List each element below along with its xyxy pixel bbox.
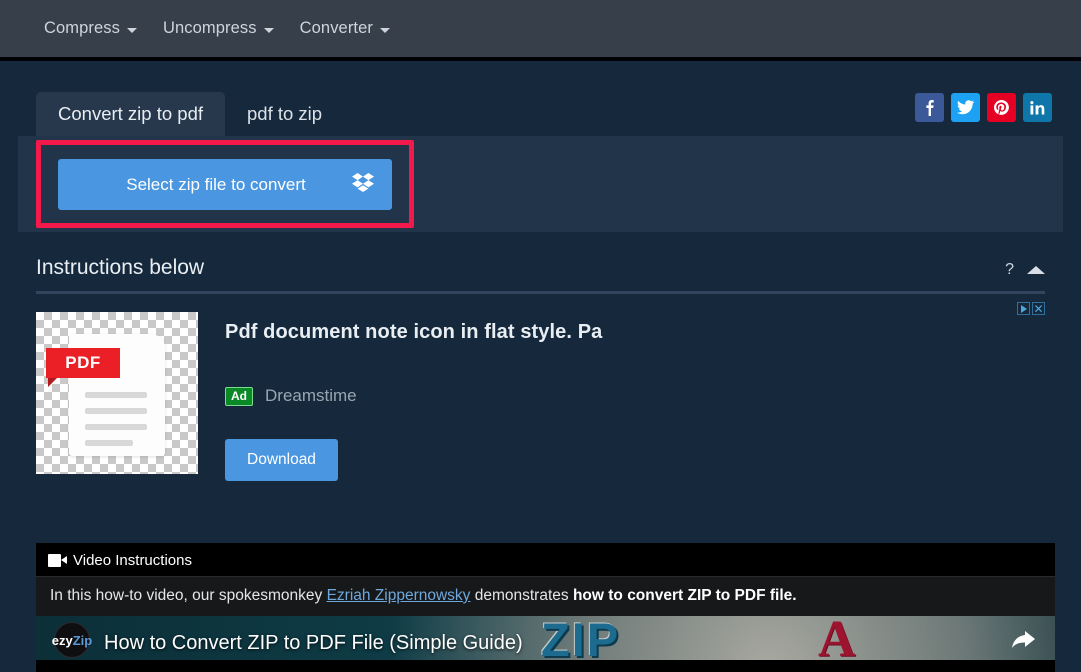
ad-thumbnail[interactable]: PDF: [36, 312, 198, 474]
facebook-share-button[interactable]: [915, 93, 944, 122]
twitter-share-button[interactable]: [951, 93, 980, 122]
thumbnail-a-logo: A: [818, 616, 856, 660]
linkedin-icon: [1030, 101, 1045, 115]
page-root: Compress Uncompress Converter Convert zi…: [0, 0, 1081, 672]
pinterest-icon: [994, 100, 1009, 115]
channel-logo-left: ezy: [51, 632, 73, 648]
video-description: In this how-to video, our spokesmonkey E…: [36, 576, 1055, 616]
spokesmonkey-link[interactable]: Ezriah Zippernowsky: [327, 587, 471, 604]
ad-close-icon[interactable]: ✕: [1032, 302, 1045, 315]
ad-headline[interactable]: Pdf document note icon in flat style. Pa: [225, 321, 1045, 344]
channel-logo-right: Zip: [72, 632, 93, 648]
ad-download-button[interactable]: Download: [225, 439, 338, 481]
video-player[interactable]: ZIP A ezy Zip How to Convert ZIP to PDF F…: [36, 616, 1055, 660]
video-title[interactable]: How to Convert ZIP to PDF File (Simple G…: [104, 632, 523, 655]
nav-item-label: Converter: [299, 19, 373, 37]
navbar-divider: [0, 57, 1081, 61]
advertisement-block: PDF Pdf document note icon in flat style…: [36, 302, 1045, 484]
help-icon[interactable]: ?: [1005, 261, 1014, 279]
adchoices-group: ✕: [1017, 302, 1045, 315]
section-divider: [36, 291, 1045, 294]
video-instructions-label: Video Instructions: [73, 552, 192, 569]
nav-item-label: Compress: [44, 19, 120, 37]
thumbnail-zip-text: ZIP: [541, 616, 621, 660]
social-share-group: [915, 93, 1052, 122]
upload-panel: Select zip file to convert: [18, 136, 1063, 232]
chevron-down-icon: [379, 27, 390, 33]
dropbox-icon: [352, 172, 374, 197]
chevron-down-icon: [263, 27, 274, 33]
ad-source-row: Ad Dreamstime: [225, 386, 1045, 406]
nav-item-converter[interactable]: Converter: [300, 19, 390, 38]
caret-up-icon[interactable]: [1027, 266, 1045, 274]
instructions-controls: ?: [1005, 261, 1045, 279]
channel-avatar[interactable]: ezy Zip: [51, 622, 93, 658]
tab-convert-zip-to-pdf[interactable]: Convert zip to pdf: [36, 91, 225, 136]
instructions-section-header: Instructions below ?: [36, 256, 1045, 294]
video-description-mid: demonstrates: [470, 587, 573, 604]
share-arrow-icon[interactable]: [1011, 631, 1035, 654]
tab-pdf-to-zip[interactable]: pdf to zip: [225, 92, 344, 136]
nav-item-label: Uncompress: [163, 19, 257, 37]
ad-advertiser-name: Dreamstime: [265, 386, 357, 405]
page-title: Instructions below: [36, 256, 205, 279]
video-camera-icon: [48, 554, 67, 567]
nav-item-compress[interactable]: Compress: [44, 19, 137, 38]
video-description-lead: In this how-to video, our spokesmonkey: [50, 587, 327, 604]
pdf-badge: PDF: [46, 348, 120, 387]
pinterest-share-button[interactable]: [987, 93, 1016, 122]
video-description-bold: how to convert ZIP to PDF file.: [572, 587, 797, 604]
twitter-icon: [957, 100, 974, 115]
select-zip-file-label: Select zip file to convert: [126, 174, 306, 194]
tab-bar: Convert zip to pdf pdf to zip: [0, 90, 1081, 136]
video-instructions-header: Video Instructions: [36, 543, 1055, 576]
ad-body: Pdf document note icon in flat style. Pa…: [225, 312, 1045, 484]
nav-item-uncompress[interactable]: Uncompress: [163, 19, 274, 38]
ad-badge: Ad: [225, 386, 253, 406]
facebook-icon: [926, 100, 934, 116]
adchoices-icon[interactable]: [1017, 302, 1030, 315]
top-navbar: Compress Uncompress Converter: [0, 0, 1081, 57]
video-instructions-section: Video Instructions In this how-to video,…: [36, 543, 1055, 672]
chevron-down-icon: [127, 27, 137, 33]
select-zip-file-button[interactable]: Select zip file to convert: [58, 159, 392, 210]
linkedin-share-button[interactable]: [1023, 93, 1052, 122]
